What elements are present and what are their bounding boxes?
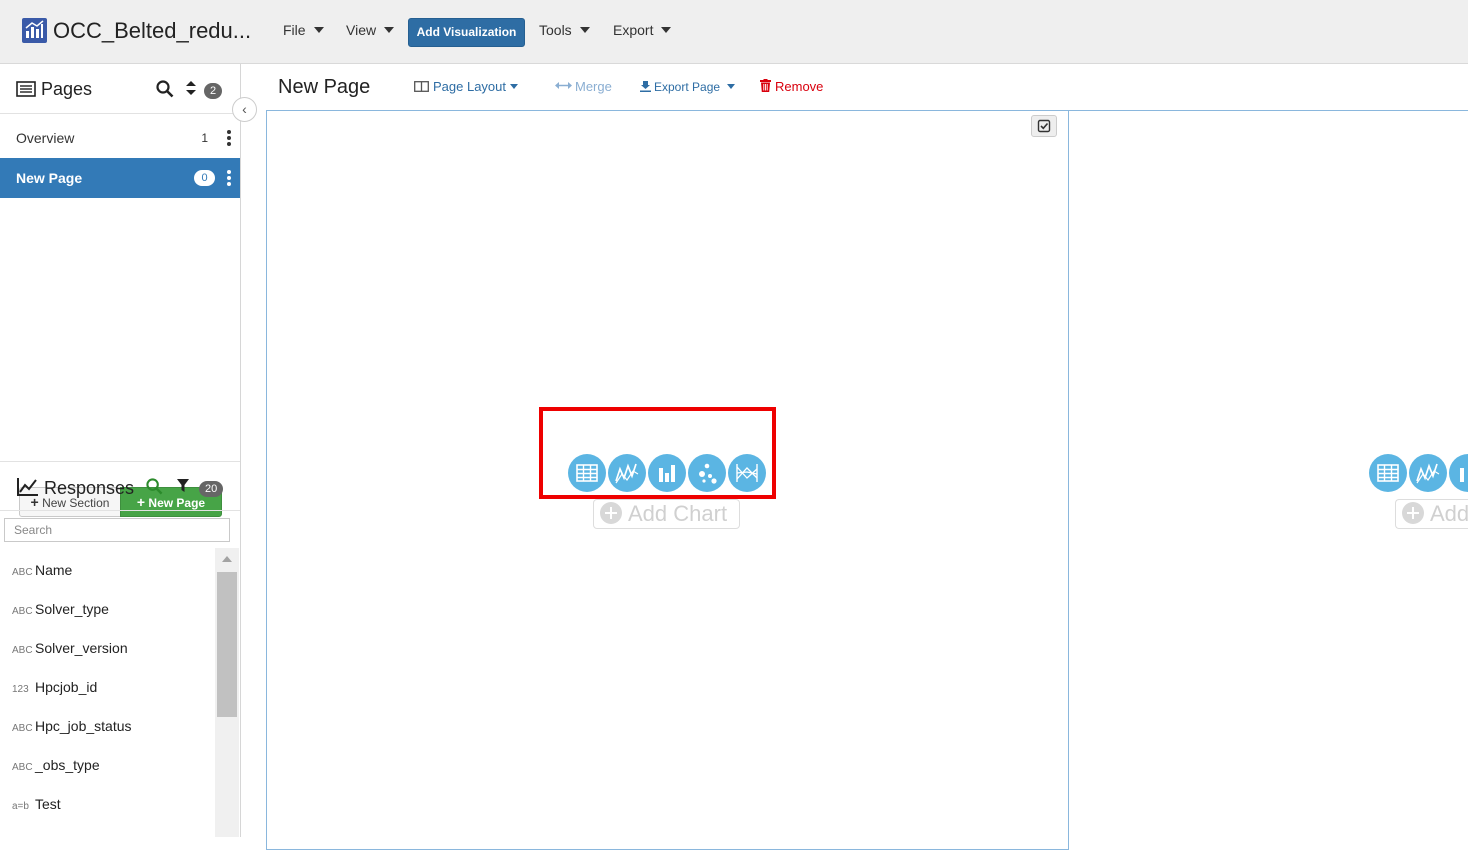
field-item[interactable]: 123 Hpcjob_id [0, 668, 214, 707]
page-title: New Page [278, 76, 371, 98]
search-icon[interactable] [146, 478, 163, 495]
chevron-left-icon: ‹ [242, 101, 247, 117]
app-title: OCC_Belted_redu... [53, 18, 252, 43]
menu-file[interactable]: File [283, 22, 324, 38]
plus-circle-icon [1402, 502, 1424, 524]
field-item[interactable]: ABC Hpc_job_status [0, 707, 214, 746]
caret-down-icon [661, 27, 672, 33]
field-name: Test [35, 796, 61, 812]
responses-title: Responses [44, 478, 135, 498]
menu-tools-label: Tools [539, 22, 572, 38]
menu-export-label: Export [613, 22, 654, 38]
top-bar: OCC_Belted_redu... File View Add Visuali… [0, 0, 1468, 64]
page-item-label: New Page [16, 170, 83, 186]
field-type-icon: ABC [12, 645, 33, 656]
plus-circle-icon [600, 502, 622, 524]
field-type-icon: ABC [12, 567, 33, 578]
menu-view[interactable]: View [346, 22, 395, 38]
app-logo-icon [22, 18, 47, 43]
menu-view-label: View [346, 22, 377, 38]
line-chart-type-icon[interactable] [1409, 454, 1447, 492]
field-item[interactable]: a=b Test [0, 785, 214, 824]
field-type-icon: ABC [12, 762, 33, 773]
field-item[interactable]: ABC Solver_version [0, 629, 214, 668]
caret-down-icon [384, 27, 395, 33]
page-layout-button[interactable]: Page Layout [414, 79, 519, 94]
field-type-icon: ABC [12, 606, 33, 617]
responses-count-badge: 20 [199, 481, 224, 497]
field-item[interactable]: ABC Name [0, 551, 214, 590]
more-options-icon[interactable] [227, 170, 231, 186]
menu-tools[interactable]: Tools [539, 22, 590, 38]
scroll-up-icon[interactable] [222, 556, 232, 562]
field-type-icon: 123 [12, 684, 29, 695]
export-page-button[interactable]: Export Page [640, 80, 736, 94]
menu-file-label: File [283, 22, 306, 38]
add-chart-button[interactable]: Add [1395, 499, 1468, 529]
export-page-label: Export Page [654, 80, 721, 94]
export-icon [640, 81, 651, 92]
table-chart-icon[interactable] [1369, 454, 1407, 492]
page-item-overview[interactable]: Overview 1 [0, 118, 240, 158]
line-chart-icon [17, 478, 38, 496]
fields-scrollbar[interactable] [215, 548, 239, 837]
remove-button[interactable]: Remove [760, 79, 823, 94]
caret-down-icon [313, 27, 324, 33]
menu-export[interactable]: Export [613, 22, 672, 38]
filter-icon[interactable] [176, 478, 190, 494]
page-item-label: Overview [16, 130, 75, 146]
collapse-panel-button[interactable]: ‹ [232, 97, 257, 122]
caret-down-icon [579, 27, 590, 33]
add-chart-button[interactable]: Add Chart [593, 499, 740, 529]
select-section-checkbox[interactable] [1031, 115, 1057, 137]
caret-down-icon [727, 84, 736, 89]
field-name: Name [35, 562, 73, 578]
checkbox-checked-icon [1037, 119, 1051, 133]
add-visualization-button[interactable]: Add Visualization [408, 18, 525, 47]
highlight-box [539, 407, 776, 499]
add-chart-label: Add Chart [628, 501, 728, 526]
merge-button[interactable]: Merge [555, 79, 612, 94]
search-icon[interactable] [156, 80, 174, 98]
sort-icon[interactable] [185, 80, 197, 96]
left-panel: Pages 2 Overview 1 New Page 0 + New Sect… [0, 64, 241, 837]
pages-title: Pages [41, 79, 93, 99]
canvas-section-right [1068, 110, 1468, 850]
more-options-icon[interactable] [227, 130, 231, 146]
field-item[interactable]: ABC Solver_type [0, 590, 214, 629]
list-icon [16, 81, 36, 97]
page-item-new-page[interactable]: New Page 0 [0, 158, 240, 198]
page-item-count: 0 [194, 170, 215, 186]
caret-down-icon [510, 84, 519, 89]
bar-chart-icon[interactable] [1449, 454, 1468, 492]
merge-label: Merge [575, 79, 612, 94]
pages-count-badge: 2 [204, 83, 223, 99]
scroll-thumb[interactable] [217, 572, 237, 717]
remove-label: Remove [775, 79, 824, 94]
field-name: Hpcjob_id [35, 679, 98, 695]
field-type-icon: ABC [12, 723, 33, 734]
field-type-icon: a=b [12, 801, 29, 812]
field-name: Solver_type [35, 601, 109, 617]
field-item[interactable]: ABC _obs_type [0, 746, 214, 785]
arrows-horizontal-icon [555, 82, 572, 89]
field-name: Hpc_job_status [35, 718, 132, 734]
responses-header: Responses 20 [0, 461, 240, 511]
page-layout-label: Page Layout [433, 79, 507, 94]
field-name: Solver_version [35, 640, 128, 656]
page-item-count: 1 [201, 131, 208, 145]
layout-icon [414, 81, 429, 92]
trash-icon [760, 79, 771, 92]
pages-header: Pages 2 [0, 64, 241, 114]
responses-search-input[interactable] [4, 518, 230, 542]
add-chart-label: Add [1430, 501, 1468, 526]
field-name: _obs_type [35, 757, 100, 773]
